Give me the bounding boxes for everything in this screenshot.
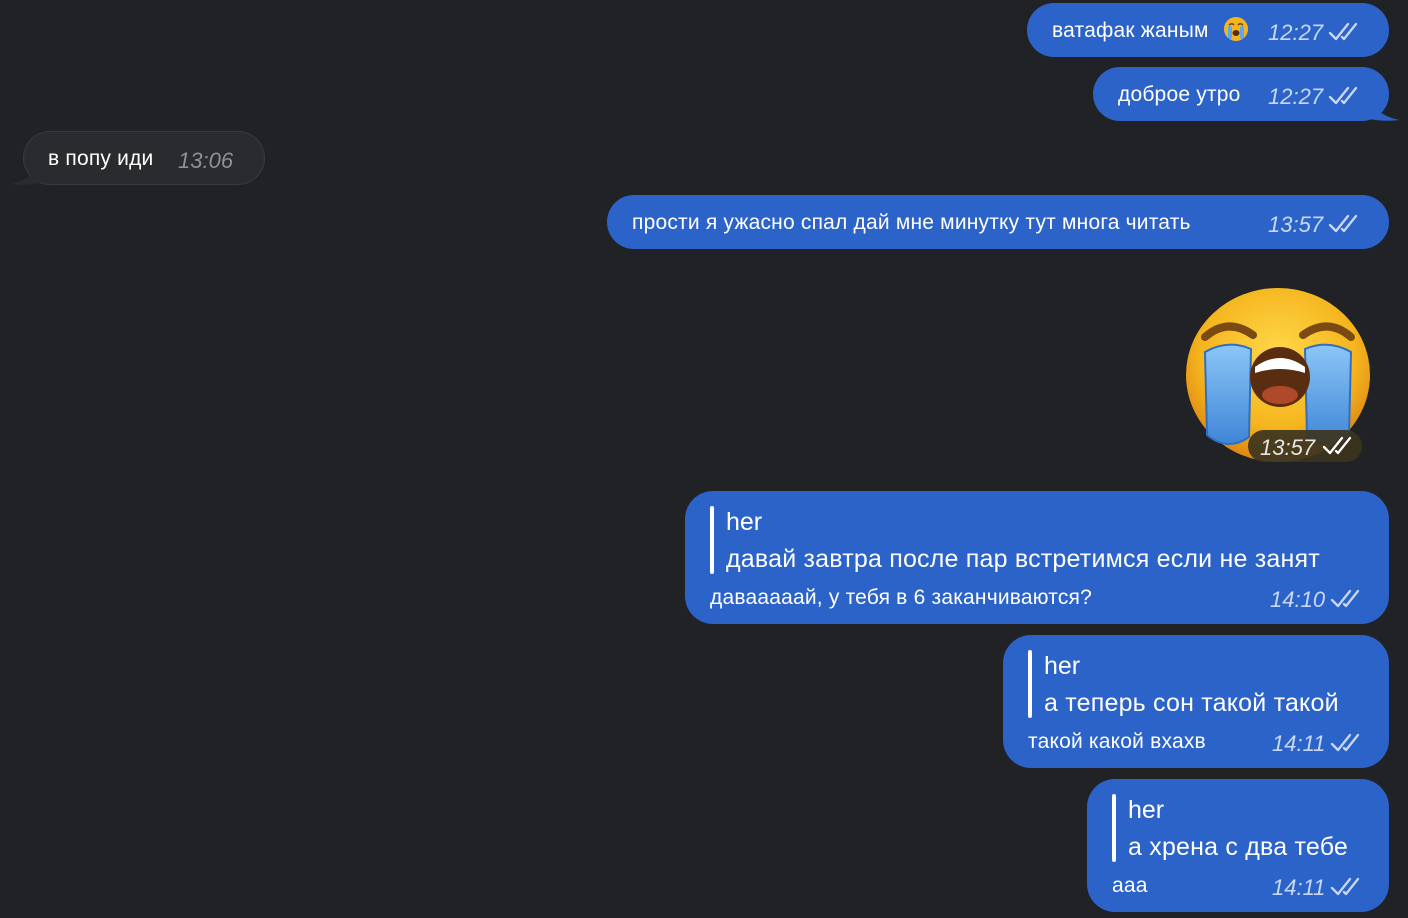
double-check-read-icon bbox=[1330, 877, 1360, 896]
message-bubble-outgoing-reply[interactable]: her а хрена с два тебе ааа 14:11 bbox=[1087, 779, 1389, 912]
message-time: 14:11 bbox=[1272, 731, 1326, 756]
message-bubble-outgoing[interactable]: ватафак жаным 12:27 bbox=[1027, 3, 1389, 57]
reply-quote-bar bbox=[1112, 794, 1116, 862]
bubble-tail bbox=[1370, 99, 1399, 121]
double-check-read-icon bbox=[1328, 22, 1358, 41]
message-time: 13:57 bbox=[1268, 212, 1324, 237]
message-bubble-incoming[interactable]: в попу иди 13:06 bbox=[23, 131, 265, 185]
message-time: 13:57 bbox=[1260, 435, 1316, 460]
message-text: прости я ужасно спал дай мне минутку тут… bbox=[632, 211, 1191, 234]
message-text: доброе утро bbox=[1118, 83, 1241, 106]
bubble-tail bbox=[11, 163, 40, 185]
sticker-time-badge: 13:57 bbox=[1248, 430, 1362, 462]
message-time: 12:27 bbox=[1268, 20, 1324, 45]
message-bubble-outgoing-reply[interactable]: her давай завтра после пар встретимся ес… bbox=[685, 491, 1389, 624]
message-bubble-outgoing[interactable]: прости я ужасно спал дай мне минутку тут… bbox=[607, 195, 1389, 249]
double-check-read-icon bbox=[1330, 733, 1360, 752]
message-bubble-outgoing[interactable]: доброе утро 12:27 bbox=[1093, 67, 1389, 121]
message-time: 14:11 bbox=[1272, 875, 1326, 900]
double-check-read-icon bbox=[1322, 436, 1352, 455]
double-check-read-icon bbox=[1328, 86, 1358, 105]
reply-quote-bar bbox=[1028, 650, 1032, 718]
message-time: 14:10 bbox=[1270, 587, 1326, 612]
reply-quoted-text[interactable]: а теперь сон такой такой bbox=[1044, 689, 1339, 718]
reply-author[interactable]: her bbox=[726, 508, 762, 537]
double-check-read-icon bbox=[1330, 589, 1360, 608]
reply-quoted-text[interactable]: давай завтра после пар встретимся если н… bbox=[726, 545, 1320, 574]
message-text: в попу иди bbox=[48, 147, 154, 170]
message-time: 12:27 bbox=[1268, 84, 1324, 109]
reply-author[interactable]: her bbox=[1044, 652, 1080, 681]
message-text: ватафак жаным bbox=[1052, 19, 1209, 42]
message-bubble-outgoing-reply[interactable]: her а теперь сон такой такой такой какой… bbox=[1003, 635, 1389, 768]
reply-quote-bar bbox=[710, 506, 714, 574]
message-text: такой какой вхахв bbox=[1028, 730, 1206, 753]
message-text: ааа bbox=[1112, 874, 1148, 897]
message-text: давааааай, у тебя в 6 заканчиваются? bbox=[710, 586, 1093, 609]
double-check-read-icon bbox=[1328, 214, 1358, 233]
message-time: 13:06 bbox=[178, 148, 234, 173]
loudly-crying-face-emoji-icon bbox=[1224, 17, 1248, 41]
reply-author[interactable]: her bbox=[1128, 796, 1164, 825]
reply-quoted-text[interactable]: а хрена с два тебе bbox=[1128, 833, 1348, 862]
